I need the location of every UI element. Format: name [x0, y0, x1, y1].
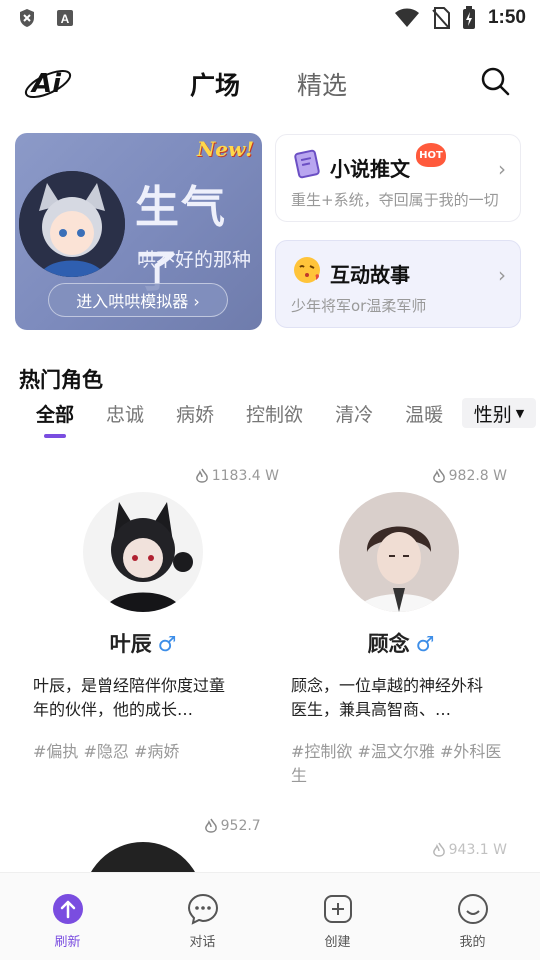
character-avatar — [339, 492, 459, 612]
wifi-icon — [394, 8, 419, 27]
banner-subline: 哄不好的那种 — [137, 249, 252, 271]
heat-count: 943.1 W — [432, 842, 507, 858]
add-square-icon — [323, 895, 352, 923]
character-name: 顾念 — [367, 632, 410, 656]
character-card-yechen[interactable]: 1183.4 W 叶辰 ♂ 叶辰，是曾经陪伴你度过童年的伙伴，他的成长… #偏执 … — [33, 468, 279, 798]
enter-simulator-button[interactable]: 进入哄哄模拟器 › — [48, 283, 228, 317]
story-card-title: 互动故事 — [330, 263, 410, 287]
svg-text:A: A — [61, 12, 70, 26]
bottom-nav: 刷新 对话 创建 我的 — [0, 872, 540, 960]
character-card-3[interactable]: 952.7 W — [33, 818, 263, 872]
hot-badge: HOT — [416, 143, 446, 167]
top-header: Ai 广场 精选 — [0, 48, 540, 114]
novel-recommend-card[interactable]: 小说推文 HOT 重生+系统，夺回属于我的一切 › — [275, 134, 521, 222]
character-card-4[interactable]: 943.1 W — [291, 842, 521, 872]
character-card-gunian[interactable]: 982.8 W 顾念 ♂ 顾念，一位卓越的神经外科医生，兼具高智商、… #控制欲 … — [291, 468, 521, 798]
interactive-story-card[interactable]: 互动故事 少年将军or温柔军师 › — [275, 240, 521, 328]
font-icon: A — [57, 10, 73, 26]
banner-character-avatar — [19, 171, 125, 277]
flame-icon — [432, 468, 445, 483]
character-name: 叶辰 — [109, 632, 152, 656]
shield-icon — [20, 9, 34, 27]
section-title: 热门角色 — [19, 368, 103, 392]
svg-text:Ai: Ai — [30, 69, 62, 99]
filter-tab-yandere[interactable]: 病娇 — [176, 400, 214, 430]
heat-count: 1183.4 W — [195, 468, 279, 484]
banner-headline: 生气了 — [135, 182, 227, 297]
heat-count: 982.8 W — [432, 468, 507, 484]
tab-plaza[interactable]: 广场 — [190, 66, 240, 102]
novel-card-title: 小说推文 — [330, 157, 410, 181]
male-icon: ♂ — [157, 632, 177, 656]
character-tags: #偏执 #隐忍 #病娇 — [33, 742, 180, 761]
chat-bubble-icon — [187, 893, 218, 925]
search-icon[interactable] — [480, 66, 510, 96]
character-bio: 叶辰，是曾经陪伴你度过童年的伙伴，他的成长… — [33, 676, 226, 719]
flame-icon — [432, 842, 445, 857]
flame-icon — [204, 818, 217, 833]
filter-tab-aloof[interactable]: 清冷 — [335, 400, 373, 430]
character-avatar — [83, 842, 203, 872]
book-icon — [294, 149, 320, 179]
character-avatar — [83, 492, 203, 612]
nav-refresh[interactable]: 刷新 — [18, 893, 118, 950]
nav-chat[interactable]: 对话 — [153, 893, 253, 950]
tab-featured[interactable]: 精选 — [297, 66, 347, 102]
character-tags: #控制欲 #温文尔雅 #外科医生 — [291, 742, 502, 785]
character-name-row: 顾念 ♂ — [291, 628, 511, 658]
flame-icon — [195, 468, 208, 483]
novel-card-desc: 重生+系统，夺回属于我的一切 — [291, 191, 499, 209]
refresh-up-icon — [52, 894, 83, 924]
caret-down-icon: ▼ — [515, 406, 525, 420]
app-logo-icon: Ai — [24, 69, 72, 99]
gender-filter-label: 性别 — [473, 403, 512, 426]
character-name-row: 叶辰 ♂ — [33, 628, 253, 658]
gender-filter-dropdown[interactable]: 性别 ▼ — [462, 398, 536, 428]
status-bar: A 1:50 — [0, 0, 540, 36]
simulator-banner[interactable]: New! 生气了 哄不好的那种 进入哄哄模拟器 › — [15, 133, 262, 330]
filter-tab-controlling[interactable]: 控制欲 — [246, 400, 303, 430]
nav-refresh-label: 刷新 — [54, 935, 81, 950]
male-icon: ♂ — [415, 632, 435, 656]
no-sim-icon — [432, 7, 450, 29]
chevron-right-icon: › — [498, 263, 506, 287]
clock: 1:50 — [487, 7, 526, 28]
nav-create-label: 创建 — [324, 935, 351, 950]
nav-profile-label: 我的 — [459, 935, 486, 950]
filter-tabs: 全部 忠诚 病娇 控制欲 清冷 温暖 — [36, 400, 443, 438]
filter-tab-warm[interactable]: 温暖 — [405, 400, 443, 430]
filter-tab-all[interactable]: 全部 — [36, 400, 74, 438]
chevron-right-icon: › — [498, 157, 506, 181]
new-badge: New! — [196, 137, 254, 161]
nav-chat-label: 对话 — [189, 935, 216, 950]
character-bio: 顾念，一位卓越的神经外科医生，兼具高智商、… — [291, 676, 484, 719]
story-card-desc: 少年将军or温柔军师 — [291, 297, 427, 315]
nav-profile[interactable]: 我的 — [423, 893, 523, 950]
nav-create[interactable]: 创建 — [288, 893, 388, 950]
kiss-face-icon — [294, 257, 320, 283]
smile-face-icon — [457, 894, 488, 924]
filter-tab-loyal[interactable]: 忠诚 — [106, 400, 144, 430]
battery-charging-icon — [462, 6, 475, 29]
heat-count: 952.7 W — [204, 818, 263, 834]
